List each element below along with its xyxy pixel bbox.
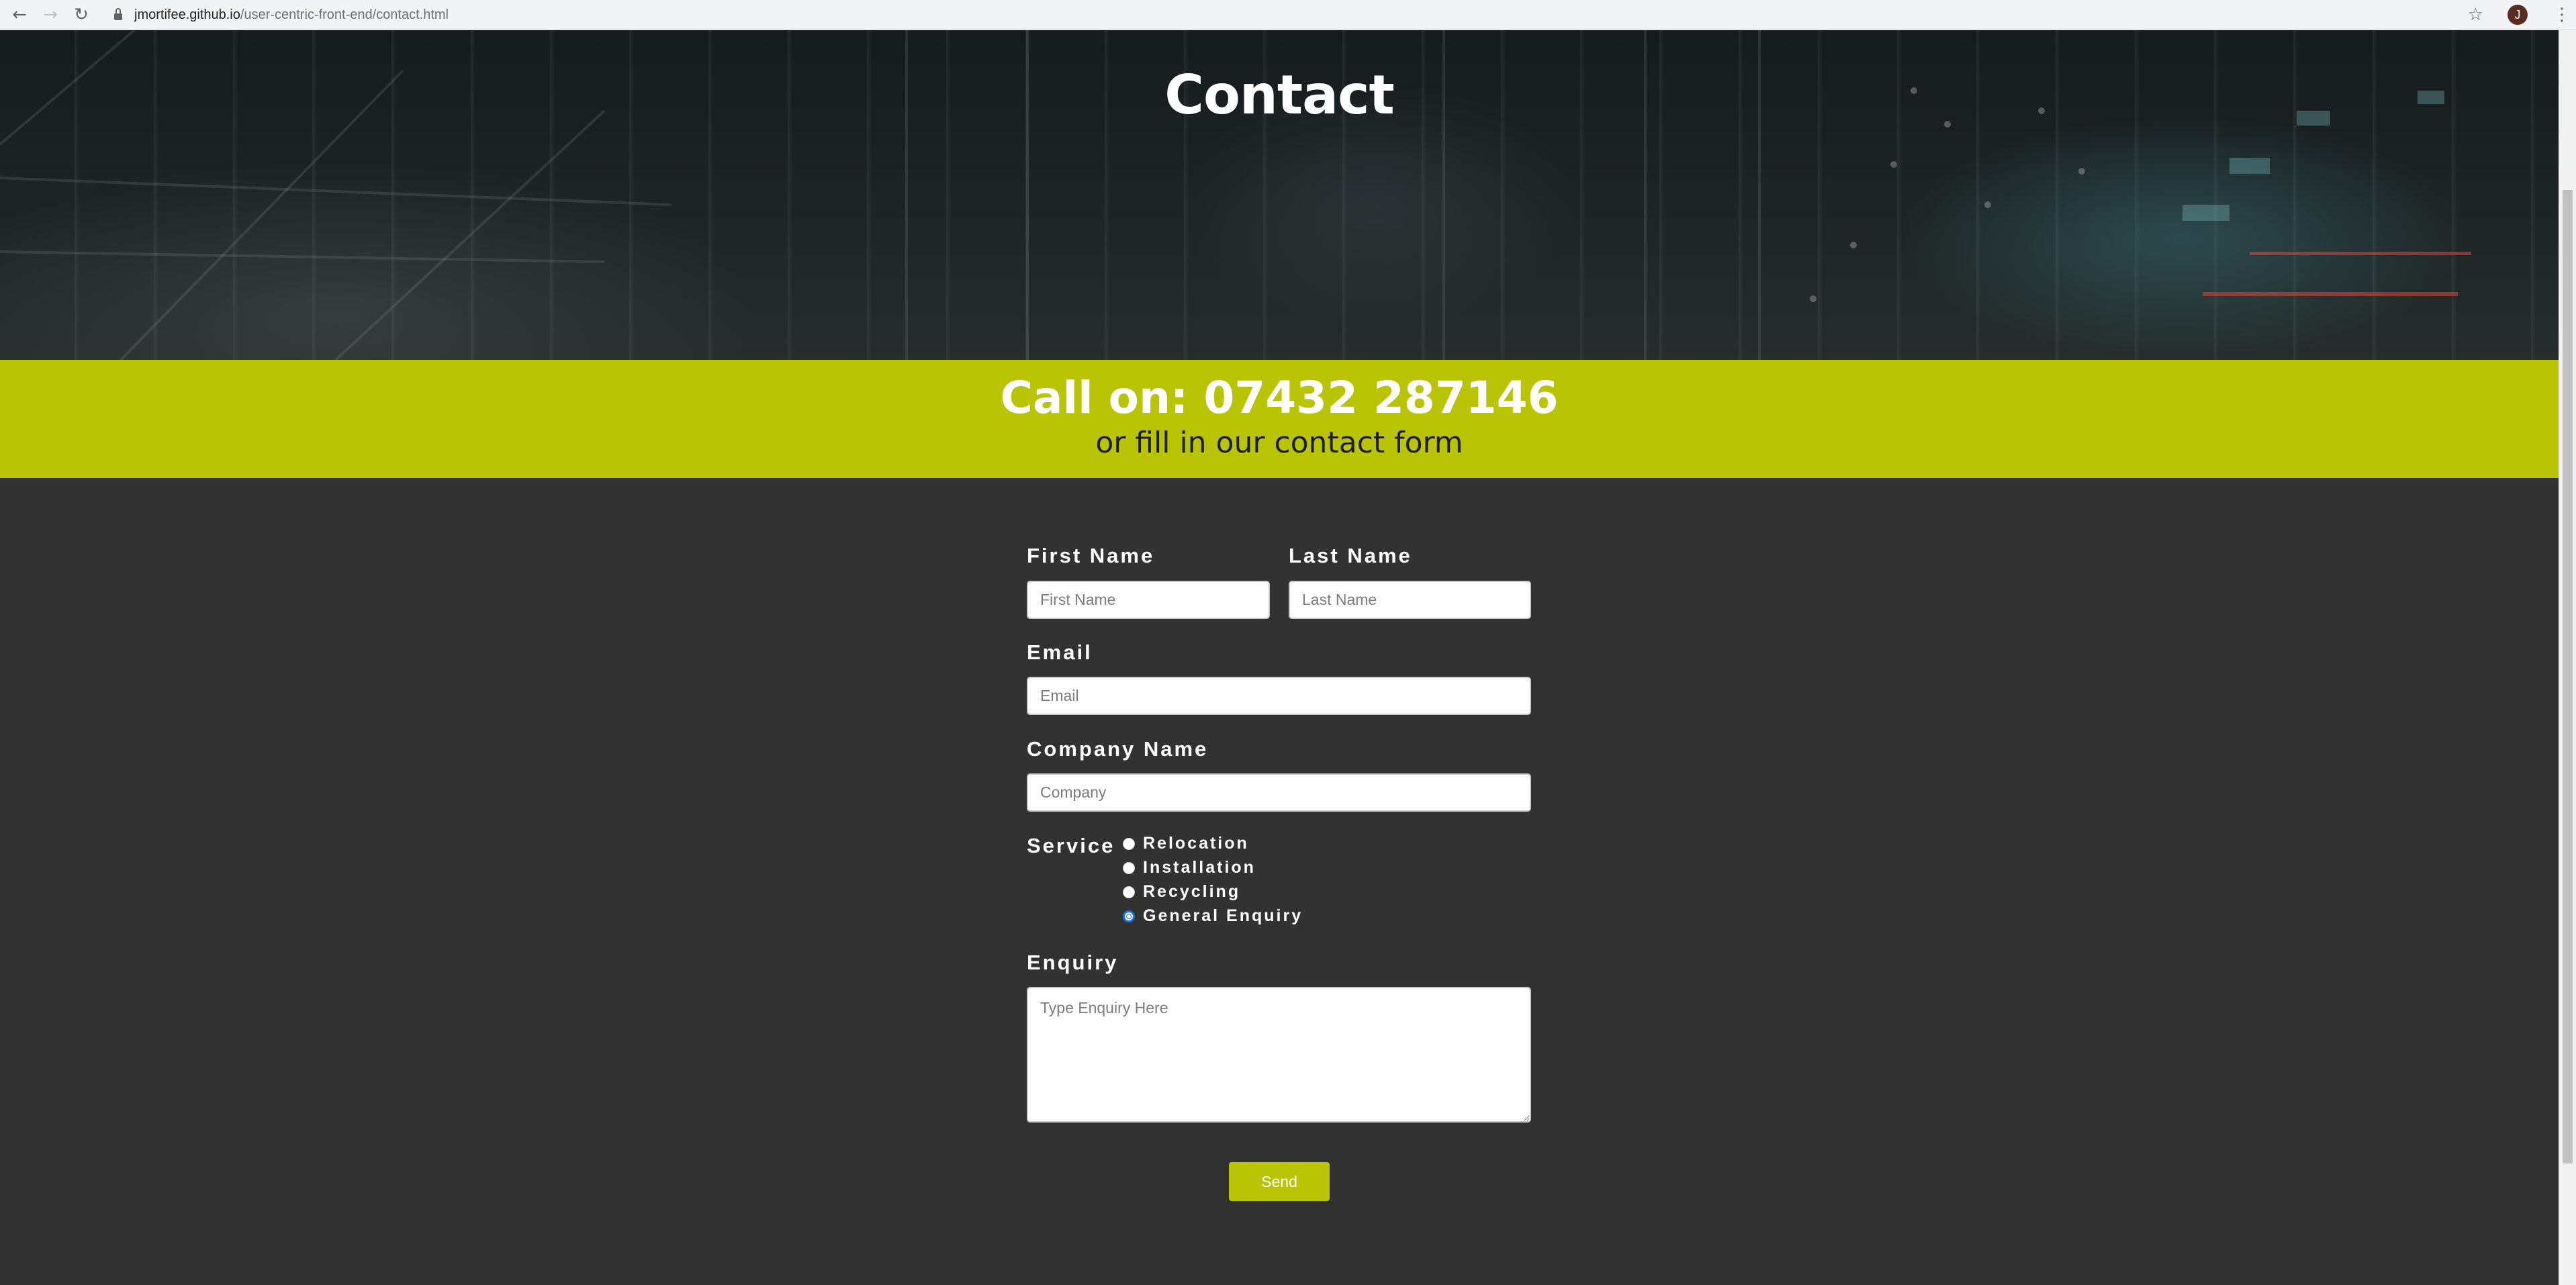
last-name-label: Last Name xyxy=(1289,544,1412,567)
phone-number-heading: Call on: 07432 287146 xyxy=(1000,372,1559,424)
radio-recycling[interactable] xyxy=(1123,886,1135,898)
first-name-label: First Name xyxy=(1027,544,1155,567)
company-input[interactable] xyxy=(1027,773,1531,812)
email-label: Email xyxy=(1027,640,1093,664)
profile-avatar[interactable]: J xyxy=(2508,5,2528,25)
page-title: Contact xyxy=(1164,64,1395,126)
enquiry-label: Enquiry xyxy=(1027,951,1119,974)
browser-toolbar: ← → ↻ jmortifee.github.io/user-centric-f… xyxy=(0,0,2576,30)
url-path: /user-centric-front-end/contact.html xyxy=(240,7,449,22)
scrollbar-thumb[interactable] xyxy=(2563,190,2573,1163)
browser-menu-icon[interactable]: ⋮ xyxy=(2553,5,2571,25)
bookmark-star-icon[interactable]: ☆ xyxy=(2468,5,2483,25)
service-label: Service xyxy=(1027,834,1115,857)
address-bar[interactable]: jmortifee.github.io/user-centric-front-e… xyxy=(106,3,2468,27)
last-name-input[interactable] xyxy=(1289,581,1531,619)
radio-label-general-enquiry: General Enquiry xyxy=(1143,906,1303,925)
service-option-recycling[interactable]: Recycling xyxy=(1123,882,1240,902)
radio-installation[interactable] xyxy=(1123,861,1135,874)
contact-form-subheading: or fill in our contact form xyxy=(1095,426,1463,460)
radio-label-installation: Installation xyxy=(1143,858,1256,877)
first-name-input[interactable] xyxy=(1027,581,1270,619)
url-text[interactable]: jmortifee.github.io/user-centric-front-e… xyxy=(134,7,449,23)
radio-label-relocation: Relocation xyxy=(1143,834,1249,853)
back-icon[interactable]: ← xyxy=(4,1,35,28)
hero-banner: Contact xyxy=(0,30,2559,360)
radio-label-recycling: Recycling xyxy=(1143,882,1241,901)
forward-icon[interactable]: → xyxy=(35,1,66,28)
email-input[interactable] xyxy=(1027,677,1531,715)
service-option-general-enquiry[interactable]: General Enquiry xyxy=(1123,906,1303,926)
call-banner: Call on: 07432 287146 or fill in our con… xyxy=(0,360,2559,478)
company-name-label: Company Name xyxy=(1027,737,1209,761)
send-button[interactable]: Send xyxy=(1229,1162,1330,1201)
url-host: jmortifee.github.io xyxy=(134,7,240,22)
service-option-installation[interactable]: Installation xyxy=(1123,858,1256,877)
enquiry-textarea[interactable] xyxy=(1027,987,1531,1123)
service-option-relocation[interactable]: Relocation xyxy=(1123,834,1249,853)
radio-relocation[interactable] xyxy=(1123,837,1135,850)
lock-icon xyxy=(114,8,122,20)
radio-general-enquiry[interactable] xyxy=(1123,910,1135,922)
page-scrollbar[interactable] xyxy=(2559,30,2576,1285)
reload-icon[interactable]: ↻ xyxy=(66,1,97,28)
